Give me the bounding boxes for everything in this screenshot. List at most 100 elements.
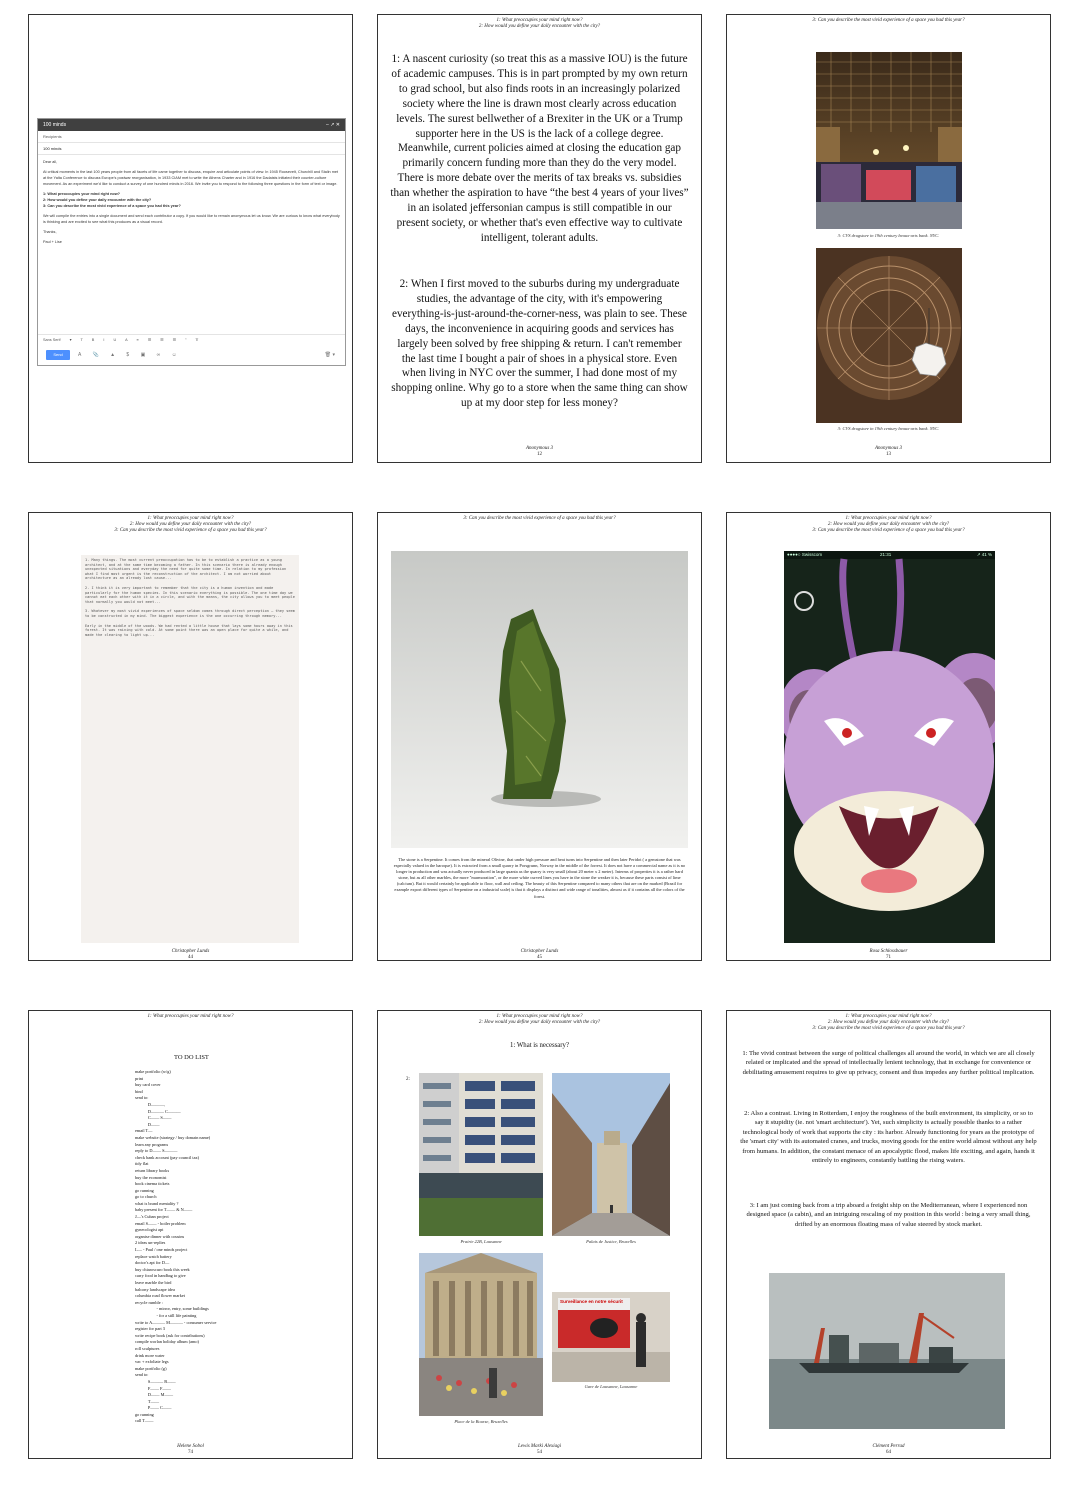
- page-number: 74: [188, 1450, 193, 1455]
- page-number: 45: [537, 955, 542, 960]
- caption-2: Palais de Justice, Bruxelles: [586, 1239, 636, 1244]
- todo-item: buy chiaroscuro book this week: [135, 1266, 190, 1272]
- todo-item: make website (strategy / buy domain name…: [135, 1134, 211, 1140]
- cvs-store-photo: [816, 52, 962, 229]
- todo-item: baby present for T—— & N——: [135, 1207, 193, 1213]
- todo-item: 2 ideas un-replies: [135, 1240, 166, 1246]
- todo-item: go running: [135, 1411, 154, 1417]
- attach-icons: A 📎 ▲ $ ▣ ∞ ☺: [78, 352, 182, 358]
- caption-4: Gare de Lausanne, Lausanne: [584, 1384, 638, 1389]
- subject-field: 100 minds: [38, 143, 345, 155]
- todo-item: compile worlan holiday album (amo): [135, 1339, 199, 1345]
- caption-1: 3: CVS drugstore in 19th century beaux-a…: [837, 233, 940, 238]
- email-paragraph: Thanks,: [43, 230, 57, 234]
- gare-de-lausanne-photo: Surveillance en notre sécurit: [552, 1292, 670, 1382]
- header-q2: 2: How would you define your daily encou…: [478, 24, 601, 30]
- page-header: 1: What preoccupies your mind right now?…: [378, 18, 701, 30]
- todo-item: buy the economist: [135, 1174, 167, 1180]
- caption-3: Place de la Bourse, Bruxelles: [454, 1419, 508, 1424]
- page-1: 100 minds – ↗ ✕ Recipients 100 minds Dea…: [28, 14, 353, 463]
- page-4: 1: What preoccupies your mind right now?…: [28, 512, 353, 961]
- street-palais-photo: [552, 1073, 670, 1236]
- todo-item: S——— B——: [135, 1378, 176, 1384]
- serpentine-stone-photo: [391, 551, 688, 848]
- freight-ship-photo: [769, 1273, 1005, 1429]
- trash-icon: 🗑 ▾: [324, 352, 335, 358]
- page-number: 64: [886, 1450, 891, 1455]
- stone-description: The stone is a Serpentine. It comes from…: [393, 857, 686, 899]
- todo-item: tidy flat: [135, 1161, 149, 1167]
- todo-item: vac + exfoliate legs: [135, 1359, 169, 1365]
- answer-2: 2: Also a contrast. Living in Rotterdam,…: [740, 1110, 1037, 1165]
- todo-item: J—'s Cuban project: [135, 1214, 169, 1220]
- font-select: Sans Serif: [43, 338, 61, 342]
- todo-item: replace watch battery: [135, 1253, 172, 1259]
- typed-paragraph: 1. Many things. The most current preoccu…: [85, 558, 287, 581]
- email-paragraph: At critical moments in the last 100 year…: [43, 170, 339, 186]
- page-number: 44: [188, 955, 193, 960]
- todo-item: drink more water: [135, 1352, 165, 1358]
- todo-item: P—— C——: [135, 1405, 172, 1411]
- header-q3: 3: Can you describe the most vivid exper…: [812, 1026, 965, 1032]
- todo-item: call T——: [135, 1418, 154, 1424]
- page-8: 1: What preoccupies your mind right now?…: [377, 1010, 702, 1459]
- compose-title: 100 minds: [43, 122, 67, 128]
- apartment-building-photo: [419, 1073, 543, 1236]
- todo-item: make portfolio (w/g): [135, 1069, 171, 1074]
- todo-title: TO DO LIST: [174, 1054, 209, 1061]
- todo-item: leave marble the bird: [135, 1280, 172, 1285]
- todo-item: book cinema tickets: [135, 1181, 170, 1187]
- header-q3: 3: Can you describe the most vivid exper…: [812, 18, 965, 23]
- todo-item: - mirror, entry, some buildings: [135, 1306, 209, 1312]
- caption-2: 3: CVS drugstore in 19th century beaux-a…: [837, 426, 940, 431]
- page-9: 1: What preoccupies your mind right now?…: [726, 1010, 1051, 1459]
- page-number: 71: [886, 955, 891, 960]
- todo-item: D—— M——: [135, 1392, 174, 1398]
- email-paragraph: We will compile the entries into a singl…: [43, 214, 340, 224]
- recipients-field: Recipients: [38, 131, 345, 143]
- todo-item: send to:: [135, 1095, 149, 1101]
- todo-item: carry food in handbag to give: [135, 1273, 186, 1279]
- answer-2-label: 2:: [406, 1077, 410, 1082]
- todo-item: balcony landscape idea: [135, 1286, 175, 1292]
- page-footer: Helene Sobol 74: [29, 1444, 352, 1456]
- dome-ceiling-photo: [816, 248, 962, 423]
- todo-list: make portfolio (w/g) print buy card cover b…: [135, 1069, 335, 1425]
- format-icons: ▾ T B I U A ≡ ☰ ☰ ☰ ” T̸: [69, 338, 202, 342]
- page-footer: Anonymous 3 13: [727, 446, 1050, 458]
- poster-text: Surveillance en notre sécurit: [560, 1299, 623, 1304]
- todo-item: T——: [135, 1398, 160, 1404]
- todo-item: doctor's apt for D—: [135, 1260, 170, 1266]
- todo-item: reply to D—— S———: [135, 1148, 178, 1154]
- page-2: 1: What preoccupies your mind right now?…: [377, 14, 702, 463]
- todo-item: gynecologist apt: [135, 1227, 164, 1233]
- answer-2: 2: When I first moved to the suburbs dur…: [391, 278, 688, 410]
- typed-paragraph: 2. I think it is very important to remem…: [85, 585, 295, 604]
- send-button: Send: [46, 350, 70, 360]
- page-6: 1: What preoccupies your mind right now?…: [726, 512, 1051, 961]
- answer-3: 3: I am just coming back from a trip abo…: [746, 1202, 1031, 1228]
- page-number: 54: [537, 1450, 542, 1455]
- page-header: 3: Can you describe the most vivid exper…: [727, 18, 1050, 24]
- typed-paragraph: 3. Whatever my most vivid experiences of…: [85, 609, 295, 618]
- page-header: 1: What preoccupies your mind right now?…: [378, 1014, 701, 1026]
- window-controls: – ↗ ✕: [326, 122, 340, 128]
- email-paragraph: Dear all,: [43, 160, 58, 164]
- page-3: 3: Can you describe the most vivid exper…: [726, 14, 1051, 463]
- email-compose-window: 100 minds – ↗ ✕ Recipients 100 minds Dea…: [37, 118, 346, 366]
- page-5: 3: Can you describe the most vivid exper…: [377, 512, 702, 961]
- todo-item: send to:: [135, 1372, 149, 1378]
- page-footer: Anonymous 3 12: [378, 446, 701, 458]
- phone-screenshot: ●●●●○ Swisscom 21:31 ↗ 41 %: [784, 551, 995, 943]
- todo-item: email S—— - boiler problem: [135, 1220, 186, 1226]
- todo-item: D——: [135, 1121, 160, 1127]
- todo-item: write recipe book (ask for contributions…: [135, 1332, 205, 1338]
- page-header: 1: What preoccupies your mind right now?…: [727, 1014, 1050, 1033]
- page-footer: Christopher Lunds 44: [29, 949, 352, 960]
- todo-item: organise dinner with cousins: [135, 1233, 185, 1239]
- todo-item: print: [135, 1075, 144, 1081]
- todo-item: register for part 3: [135, 1326, 165, 1332]
- page-header: 1: What preoccupies your mind right now?…: [727, 516, 1050, 535]
- todo-item: C—— S——: [135, 1115, 172, 1121]
- todo-item: F—— F——: [135, 1385, 171, 1391]
